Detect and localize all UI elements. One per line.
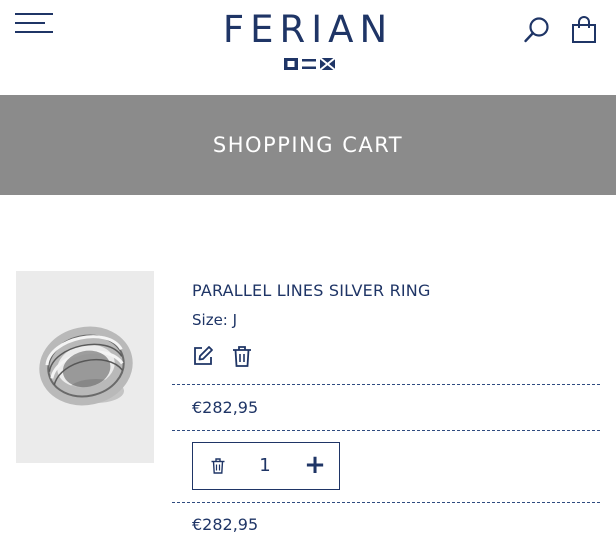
site-header: FERIAN xyxy=(0,0,616,95)
divider xyxy=(172,384,600,385)
product-name[interactable]: PARALLEL LINES SILVER RING xyxy=(192,281,431,300)
line-total-price: €282,95 xyxy=(192,515,259,534)
divider xyxy=(172,430,600,431)
trash-icon[interactable] xyxy=(211,458,225,474)
shopping-bag-icon[interactable] xyxy=(571,16,597,44)
unit-price: €282,95 xyxy=(192,398,259,417)
flags-logo-icon xyxy=(284,58,336,70)
product-image[interactable] xyxy=(16,271,154,463)
edit-icon[interactable] xyxy=(192,345,214,367)
divider xyxy=(172,502,600,503)
quantity-stepper: + xyxy=(192,442,340,490)
search-icon[interactable] xyxy=(523,16,551,44)
page-title-banner: SHOPPING CART xyxy=(0,95,616,195)
plus-icon[interactable]: + xyxy=(303,450,327,480)
ring-image xyxy=(16,271,154,463)
trash-icon[interactable] xyxy=(232,345,252,367)
product-size: Size: J xyxy=(192,311,238,329)
quantity-input[interactable] xyxy=(255,455,275,476)
